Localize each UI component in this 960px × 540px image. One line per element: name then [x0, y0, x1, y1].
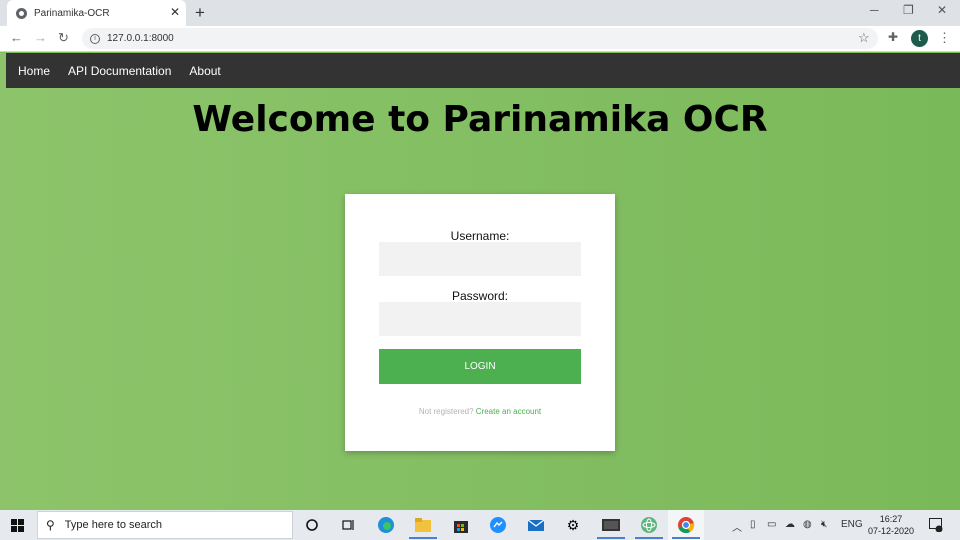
cortana-icon[interactable] [303, 516, 321, 534]
notification-center-icon[interactable] [929, 518, 943, 535]
file-explorer-icon[interactable] [414, 516, 432, 534]
chrome-browser-icon[interactable] [677, 516, 695, 534]
task-view-icon[interactable] [339, 516, 357, 534]
username-label: Username: [450, 229, 510, 243]
nav-link-home[interactable]: Home [18, 64, 50, 78]
search-icon: ⚲ [46, 518, 55, 532]
tab-close-icon[interactable]: ✕ [170, 5, 180, 19]
address-bar-url: 127.0.0.1:8000 [107, 33, 174, 44]
taskbar-clock[interactable]: 16:27 07-12-2020 [862, 513, 920, 537]
windows-taskbar: ⚲ Type here to search ⚙ ︿ ▯ ▭ ☁ ◍ 🔇︎ ENG… [0, 510, 960, 540]
site-navbar: Home API Documentation About [6, 53, 960, 88]
create-account-link[interactable]: Create an account [476, 407, 541, 416]
page-title: Welcome to Parinamika OCR [192, 99, 768, 140]
onedrive-cloud-icon[interactable]: ☁ [785, 519, 795, 530]
browser-toolbar: ← → ↻ i 127.0.0.1:8000 ☆ ✚ t ⋮ [0, 26, 960, 52]
username-input[interactable] [379, 242, 581, 276]
taskbar-search-box[interactable]: ⚲ Type here to search [37, 511, 293, 539]
show-hidden-icons-chevron-icon[interactable]: ︿ [732, 519, 742, 534]
page-content: Home API Documentation About Welcome to … [0, 53, 960, 510]
settings-gear-icon[interactable]: ⚙ [564, 516, 582, 534]
file-explorer-running-indicator [409, 537, 437, 539]
back-button[interactable]: ← [10, 30, 23, 45]
nav-link-api-documentation[interactable]: API Documentation [68, 64, 171, 78]
tab-title: Parinamika-OCR [34, 7, 110, 19]
register-prompt: Not registered? Create an account [345, 407, 615, 416]
address-bar[interactable]: i 127.0.0.1:8000 [82, 28, 878, 49]
new-tab-button[interactable]: + [195, 3, 205, 23]
password-input[interactable] [379, 302, 581, 336]
login-button[interactable]: LOGIN [379, 349, 581, 384]
forward-button[interactable]: → [34, 30, 47, 45]
extensions-puzzle-icon[interactable]: ✚ [888, 30, 898, 44]
profile-avatar[interactable]: t [911, 30, 928, 47]
volume-muted-icon[interactable]: 🔇︎ [821, 519, 827, 530]
clock-time: 16:27 [879, 514, 903, 524]
edge-browser-icon[interactable] [377, 516, 395, 534]
terminal-running-indicator [597, 537, 625, 539]
messenger-app-icon[interactable] [489, 516, 507, 534]
globe-icon [16, 7, 27, 19]
login-card: Username: Password: LOGIN Not registered… [345, 194, 615, 451]
chrome-running-indicator [672, 537, 700, 539]
network-globe-icon[interactable]: ◍ [803, 519, 812, 530]
atom-running-indicator [635, 537, 663, 539]
mail-icon[interactable] [527, 516, 545, 534]
minimize-window-button[interactable]: ─ [870, 3, 879, 17]
browser-tab-strip: Parinamika-OCR ✕ + ─ ❐ ✕ [0, 0, 960, 26]
browser-tab[interactable]: Parinamika-OCR ✕ [7, 0, 186, 26]
windows-start-icon[interactable] [11, 519, 24, 532]
register-prompt-text: Not registered? [418, 407, 474, 416]
restore-window-button[interactable]: ❐ [903, 3, 914, 17]
battery-icon[interactable]: ▭ [767, 519, 776, 530]
atom-editor-icon[interactable] [640, 516, 658, 534]
clock-date: 07-12-2020 [867, 526, 915, 536]
terminal-icon[interactable] [602, 516, 620, 534]
browser-menu-icon[interactable]: ⋮ [938, 30, 951, 46]
password-label: Password: [451, 289, 509, 303]
close-window-button[interactable]: ✕ [937, 3, 947, 17]
meet-now-icon[interactable]: ▯ [750, 519, 756, 530]
store-icon[interactable] [452, 516, 470, 534]
reload-button[interactable]: ↻ [58, 30, 69, 46]
language-indicator[interactable]: ENG [841, 519, 863, 530]
bookmark-star-icon[interactable]: ☆ [858, 30, 870, 46]
taskbar-search-placeholder: Type here to search [64, 519, 163, 531]
info-icon[interactable]: i [90, 33, 100, 44]
nav-link-about[interactable]: About [189, 64, 220, 78]
